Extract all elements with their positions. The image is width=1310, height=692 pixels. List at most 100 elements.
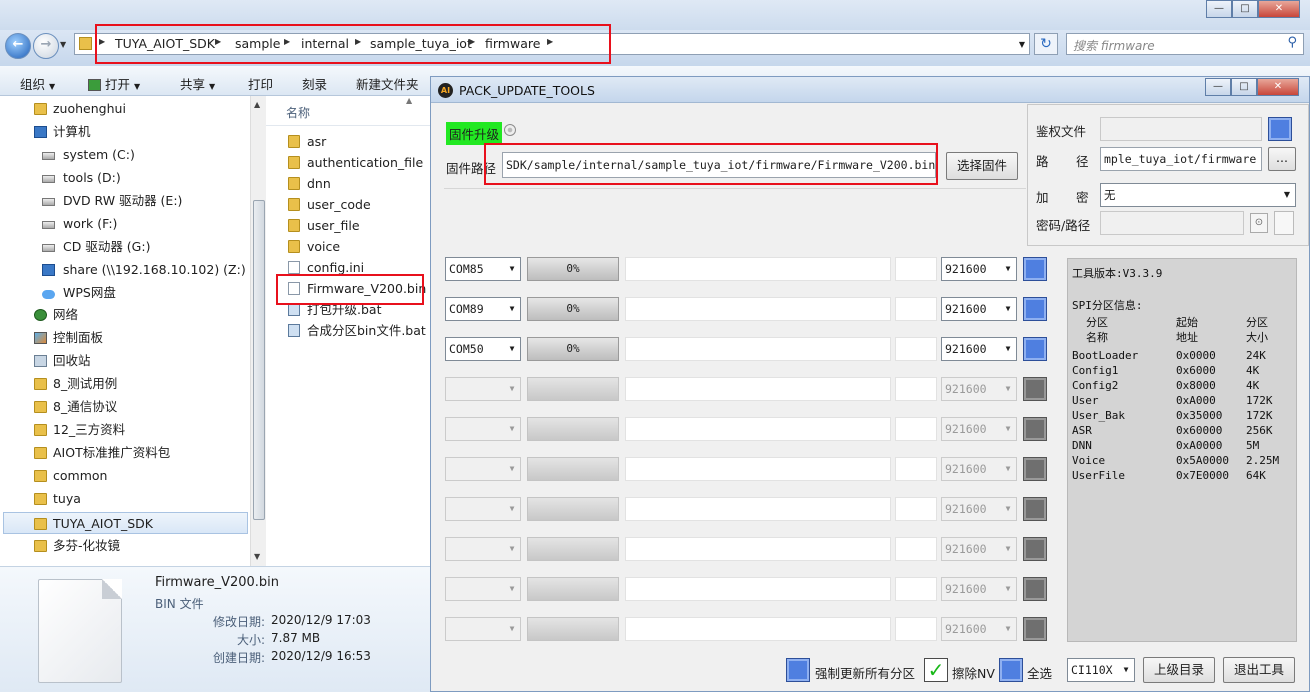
nav-item[interactable]: AIOT标准推广资料包 (0, 442, 248, 464)
nav-item[interactable]: tools (D:) (0, 167, 248, 189)
auth-file-checkbox[interactable] (1268, 117, 1292, 141)
force-update-checkbox[interactable] (786, 658, 810, 682)
nav-item[interactable]: 8_通信协议 (0, 396, 248, 418)
open-button[interactable]: 打开 ▼ (88, 74, 140, 93)
auth-path-input[interactable]: mple_tuya_iot/firmware (1100, 147, 1262, 171)
maximize-button[interactable]: □ (1232, 0, 1258, 18)
breadcrumb-item[interactable]: TUYA_AIOT_SDK (115, 36, 215, 51)
search-input[interactable]: 搜索 firmware ⚲ (1066, 33, 1304, 55)
minimize-button[interactable]: — (1206, 0, 1232, 18)
com-port-select[interactable]: ▼ (445, 537, 521, 561)
com-port-select[interactable]: ▼ (445, 617, 521, 641)
close-button[interactable]: ✕ (1257, 78, 1299, 96)
port-enable-checkbox[interactable] (1023, 377, 1047, 401)
refresh-button[interactable]: ↻ (1034, 33, 1058, 55)
nav-item[interactable]: DVD RW 驱动器 (E:) (0, 190, 248, 212)
nav-item[interactable]: 12_三方资料 (0, 419, 248, 441)
erase-nv-checkbox[interactable]: ✓ (924, 658, 948, 682)
recent-pages-dropdown-icon[interactable]: ▼ (60, 40, 66, 49)
port-enable-checkbox[interactable] (1023, 257, 1047, 281)
organize-button[interactable]: 组织 ▼ (20, 74, 55, 93)
nav-item[interactable]: CD 驱动器 (G:) (0, 236, 248, 258)
chevron-right-icon[interactable]: ▶ (469, 37, 475, 46)
nav-item[interactable]: 多芬-化妆镜 (0, 535, 248, 557)
nav-item[interactable]: WPS网盘 (0, 282, 248, 304)
browse-button[interactable]: ... (1268, 147, 1296, 171)
breadcrumb-item[interactable]: sample_tuya_iot (370, 36, 472, 51)
baud-select[interactable]: 921600 ▼ (941, 617, 1017, 641)
nav-item[interactable]: share (\\192.168.10.102) (Z:) (0, 259, 248, 281)
maximize-button[interactable]: □ (1231, 78, 1257, 96)
com-port-select[interactable]: COM50 ▼ (445, 337, 521, 361)
select-all-checkbox[interactable] (999, 658, 1023, 682)
chevron-down-icon[interactable]: ▼ (1019, 40, 1025, 49)
com-port-select[interactable]: ▼ (445, 497, 521, 521)
baud-select[interactable]: 921600 ▼ (941, 337, 1017, 361)
print-button[interactable]: 打印 (248, 74, 273, 93)
com-port-select[interactable]: ▼ (445, 377, 521, 401)
chevron-right-icon[interactable]: ▶ (99, 37, 105, 46)
firmware-upgrade-radio[interactable] (504, 124, 516, 136)
minimize-button[interactable]: — (1205, 78, 1231, 96)
search-icon[interactable]: ⚲ (1287, 35, 1297, 50)
baud-select[interactable]: 921600 ▼ (941, 497, 1017, 521)
nav-item-selected[interactable]: TUYA_AIOT_SDK (3, 512, 248, 534)
column-header-name[interactable]: 名称 ▲ (266, 96, 430, 126)
baud-select[interactable]: 921600 ▼ (941, 377, 1017, 401)
com-port-select[interactable]: ▼ (445, 457, 521, 481)
port-enable-checkbox[interactable] (1023, 457, 1047, 481)
baud-select[interactable]: 921600 ▼ (941, 457, 1017, 481)
password-path-input[interactable] (1100, 211, 1244, 235)
nav-item[interactable]: 网络 (0, 304, 248, 326)
auth-file-input[interactable] (1100, 117, 1262, 141)
breadcrumb-item[interactable]: internal (301, 36, 349, 51)
baud-select[interactable]: 921600 ▼ (941, 297, 1017, 321)
com-port-select[interactable]: ▼ (445, 417, 521, 441)
baud-select[interactable]: 921600 ▼ (941, 417, 1017, 441)
nav-item[interactable]: common (0, 465, 248, 487)
scrollbar-thumb[interactable] (253, 200, 265, 520)
nav-item[interactable]: 控制面板 (0, 327, 248, 349)
breadcrumb-item[interactable]: firmware (485, 36, 540, 51)
nav-item[interactable]: 8_测试用例 (0, 373, 248, 395)
baud-select[interactable]: 921600 ▼ (941, 257, 1017, 281)
share-button[interactable]: 共享 ▼ (180, 74, 215, 93)
com-port-select[interactable]: COM89 ▼ (445, 297, 521, 321)
password-path-radio[interactable]: ⊙ (1250, 213, 1268, 233)
port-enable-checkbox[interactable] (1023, 577, 1047, 601)
com-port-select[interactable]: ▼ (445, 577, 521, 601)
nav-item[interactable]: 计算机 (0, 121, 248, 143)
baud-select[interactable]: 921600 ▼ (941, 577, 1017, 601)
close-button[interactable]: ✕ (1258, 0, 1300, 18)
address-bar[interactable]: ▶ TUYA_AIOT_SDK ▶ sample ▶ internal ▶ sa… (74, 33, 1030, 55)
burn-button[interactable]: 刻录 (302, 74, 327, 93)
baud-select[interactable]: 921600 ▼ (941, 537, 1017, 561)
select-firmware-button[interactable]: 选择固件 (946, 152, 1018, 180)
password-path-checkbox[interactable] (1274, 211, 1294, 235)
port-enable-checkbox[interactable] (1023, 337, 1047, 361)
nav-item[interactable]: work (F:) (0, 213, 248, 235)
forward-button[interactable]: → (33, 33, 59, 59)
chevron-right-icon[interactable]: ▶ (547, 37, 553, 46)
encrypt-select[interactable]: 无 ▼ (1100, 183, 1296, 207)
port-enable-checkbox[interactable] (1023, 297, 1047, 321)
chevron-right-icon[interactable]: ▶ (355, 37, 361, 46)
back-button[interactable]: ← (5, 33, 31, 59)
chevron-right-icon[interactable]: ▶ (284, 37, 290, 46)
nav-item[interactable]: system (C:) (0, 144, 248, 166)
chip-select[interactable]: CI110X ▼ (1067, 658, 1135, 682)
nav-item[interactable]: tuya (0, 488, 248, 510)
nav-item[interactable]: zuohenghui (0, 98, 248, 120)
scroll-up-icon[interactable]: ▲ (254, 100, 260, 109)
chevron-right-icon[interactable]: ▶ (215, 37, 221, 46)
new-folder-button[interactable]: 新建文件夹 (356, 74, 419, 93)
port-enable-checkbox[interactable] (1023, 617, 1047, 641)
port-enable-checkbox[interactable] (1023, 537, 1047, 561)
port-enable-checkbox[interactable] (1023, 497, 1047, 521)
firmware-path-input[interactable]: SDK/sample/internal/sample_tuya_iot/firm… (502, 152, 936, 178)
scroll-down-icon[interactable]: ▼ (254, 552, 260, 561)
nav-item[interactable]: 回收站 (0, 350, 248, 372)
port-enable-checkbox[interactable] (1023, 417, 1047, 441)
parent-directory-button[interactable]: 上级目录 (1143, 657, 1215, 683)
breadcrumb-item[interactable]: sample (235, 36, 280, 51)
